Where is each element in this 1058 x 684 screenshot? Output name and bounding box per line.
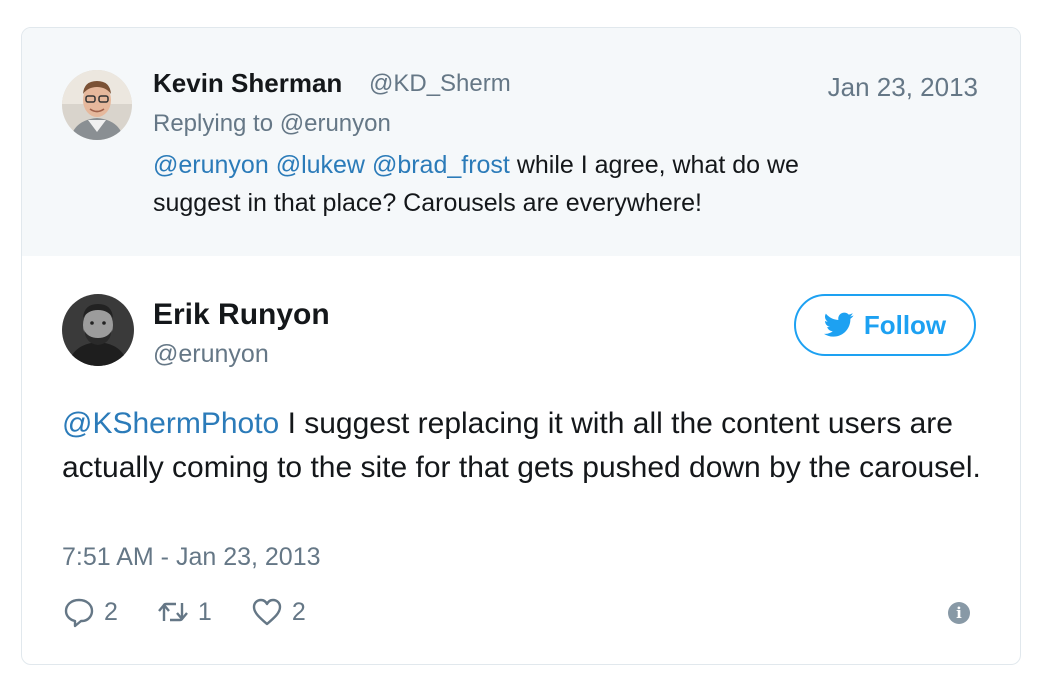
retweet-count: 1: [197, 597, 212, 626]
reply-icon: [64, 598, 94, 628]
parent-author-name[interactable]: Kevin Sherman: [153, 68, 342, 99]
heart-icon: [252, 598, 282, 626]
like-action[interactable]: 2: [250, 595, 306, 629]
parent-tweet-date[interactable]: Jan 23, 2013: [828, 72, 978, 103]
retweet-icon: [157, 602, 188, 622]
author-name[interactable]: Erik Runyon: [153, 298, 330, 332]
retweet-action[interactable]: 1: [156, 595, 212, 629]
tweet-text: @KShermPhoto I suggest replacing it with…: [62, 402, 992, 490]
tweet-embed-card: Kevin Sherman @KD_Sherm Jan 23, 2013 Rep…: [21, 27, 1021, 665]
follow-button-label: Follow: [863, 309, 947, 340]
reply-count: 2: [104, 597, 118, 626]
mention-link[interactable]: @KShermPhoto: [62, 407, 279, 440]
author-handle[interactable]: @erunyon: [153, 340, 269, 369]
mention-link[interactable]: @brad_frost: [372, 151, 510, 179]
parent-tweet-text-line2: suggest in that place? Carousels are eve…: [153, 189, 702, 217]
like-count: 2: [291, 597, 306, 626]
replying-to-label[interactable]: Replying to @erunyon: [153, 110, 391, 138]
tweet-timestamp[interactable]: 7:51 AM - Jan 23, 2013: [62, 543, 321, 572]
twitter-bird-icon: [823, 312, 854, 337]
follow-button[interactable]: Follow: [794, 294, 976, 356]
parent-tweet-text-line1: while I agree, what do we: [516, 151, 799, 179]
mention-link[interactable]: @lukew: [276, 151, 365, 179]
parent-tweet-text: @erunyon @lukew @brad_frost while I agre…: [153, 146, 953, 222]
info-icon[interactable]: i: [948, 602, 970, 624]
parent-author-handle[interactable]: @KD_Sherm: [369, 70, 511, 98]
kevin-sherman-avatar[interactable]: [62, 70, 132, 140]
erik-runyon-avatar[interactable]: [62, 294, 134, 366]
tweet-actions: 2 1 2: [62, 595, 344, 629]
mention-link[interactable]: @erunyon: [153, 151, 269, 179]
reply-action[interactable]: 2: [62, 595, 118, 629]
parent-tweet[interactable]: Kevin Sherman @KD_Sherm Jan 23, 2013 Rep…: [22, 28, 1020, 256]
